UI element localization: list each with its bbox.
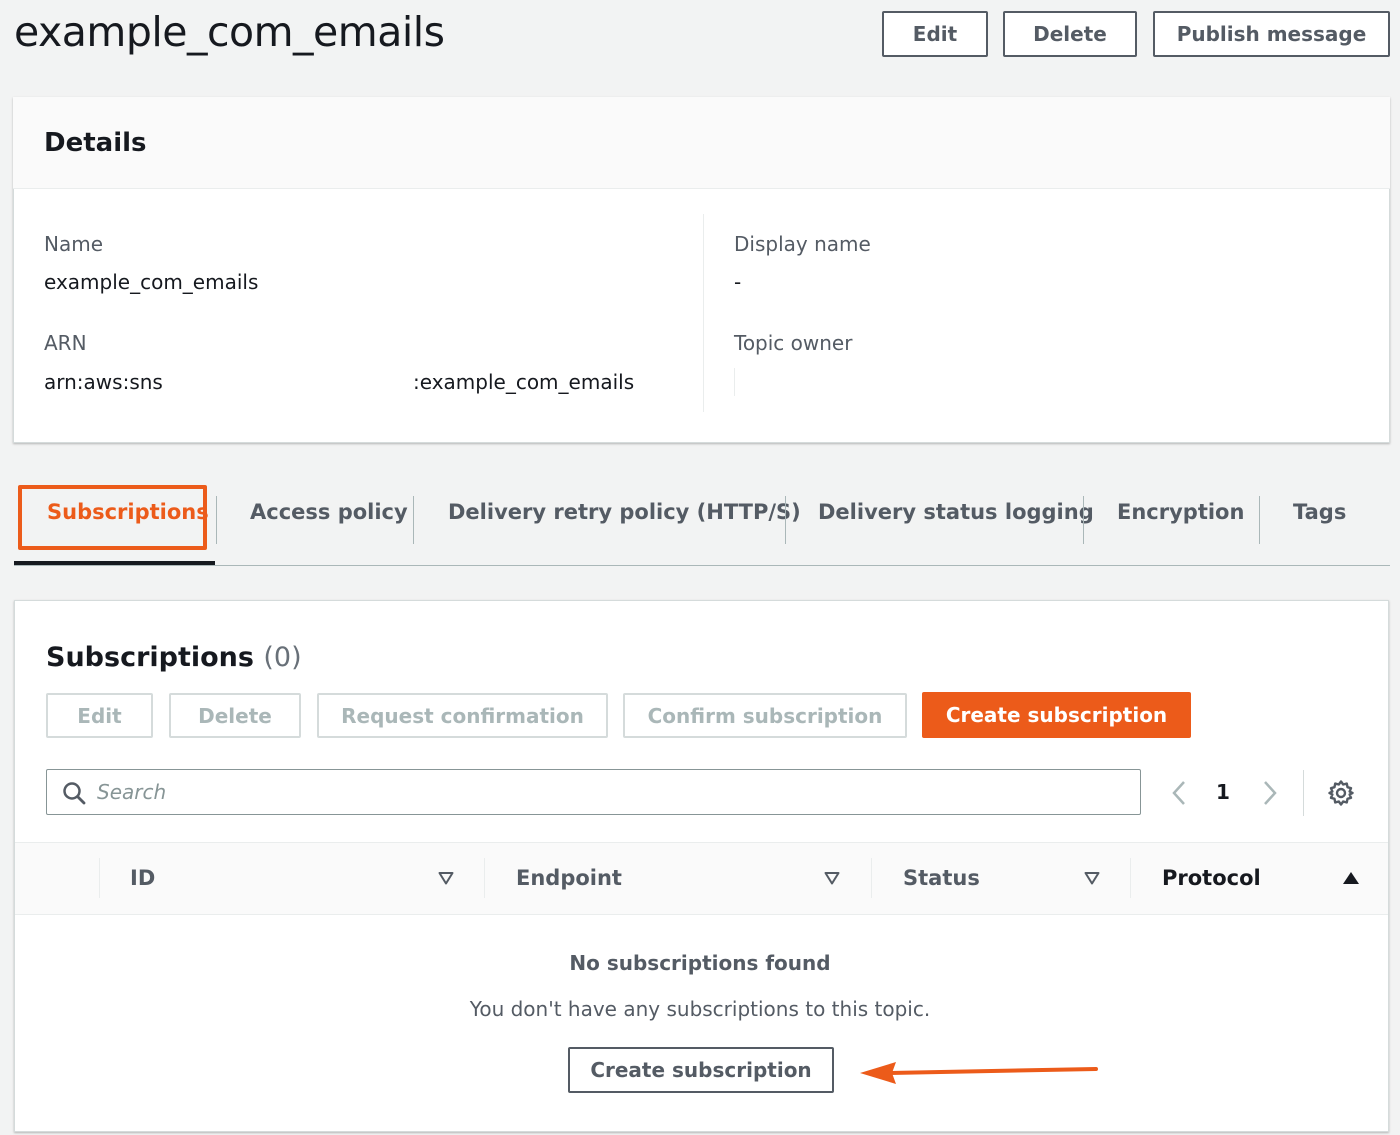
tab-delivery-status-logging[interactable]: Delivery status logging bbox=[818, 500, 1094, 524]
search-icon bbox=[62, 781, 86, 805]
chevron-left-icon[interactable] bbox=[1170, 780, 1188, 806]
tab-access-policy[interactable]: Access policy bbox=[250, 500, 408, 524]
column-separator bbox=[871, 858, 872, 898]
edit-topic-button[interactable]: Edit bbox=[882, 11, 988, 57]
empty-create-subscription-button[interactable]: Create subscription bbox=[568, 1047, 834, 1093]
topic-owner-label: Topic owner bbox=[734, 331, 853, 355]
column-header-endpoint[interactable]: Endpoint bbox=[516, 866, 622, 890]
subscriptions-title: Subscriptions (0) bbox=[46, 642, 302, 673]
details-header bbox=[13, 97, 1390, 189]
display-name-value: - bbox=[734, 270, 742, 294]
empty-state-description: You don't have any subscriptions to this… bbox=[469, 997, 931, 1021]
publish-message-button[interactable]: Publish message bbox=[1153, 11, 1390, 57]
empty-state-title: No subscriptions found bbox=[569, 951, 831, 975]
pager-divider bbox=[1303, 770, 1304, 816]
sort-down-icon[interactable] bbox=[1084, 870, 1100, 885]
name-value: example_com_emails bbox=[44, 270, 259, 294]
column-header-id[interactable]: ID bbox=[130, 866, 155, 890]
subscriptions-count: (0) bbox=[263, 642, 302, 673]
sort-down-icon[interactable] bbox=[824, 870, 840, 885]
delete-subscription-button[interactable]: Delete bbox=[169, 693, 301, 738]
tabs-baseline bbox=[14, 565, 1390, 566]
search-box bbox=[46, 769, 1141, 815]
tab-highlight-box bbox=[18, 485, 207, 550]
subscriptions-title-text: Subscriptions bbox=[46, 642, 254, 673]
tab-tags[interactable]: Tags bbox=[1293, 500, 1346, 524]
search-input[interactable] bbox=[97, 770, 1127, 814]
name-label: Name bbox=[44, 232, 104, 256]
chevron-right-icon[interactable] bbox=[1261, 780, 1279, 806]
confirm-subscription-button[interactable]: Confirm subscription bbox=[623, 693, 907, 738]
tab-separator bbox=[1259, 496, 1260, 544]
tab-separator bbox=[1083, 496, 1084, 544]
sort-down-icon[interactable] bbox=[438, 870, 454, 885]
gear-icon[interactable] bbox=[1327, 779, 1355, 807]
column-separator bbox=[484, 858, 485, 898]
create-subscription-button[interactable]: Create subscription bbox=[922, 692, 1191, 738]
column-header-protocol[interactable]: Protocol bbox=[1162, 866, 1261, 890]
tab-separator bbox=[785, 496, 786, 544]
request-confirmation-button[interactable]: Request confirmation bbox=[317, 693, 608, 738]
arn-suffix: :example_com_emails bbox=[413, 370, 635, 394]
tab-active-indicator bbox=[14, 561, 215, 565]
tab-separator bbox=[413, 496, 414, 544]
sort-up-icon[interactable] bbox=[1342, 870, 1360, 884]
column-separator bbox=[1130, 858, 1131, 898]
arn-redacted-area bbox=[163, 366, 413, 400]
tab-delivery-retry-policy[interactable]: Delivery retry policy (HTTP/S) bbox=[448, 500, 801, 524]
tab-encryption[interactable]: Encryption bbox=[1117, 500, 1244, 524]
details-divider bbox=[703, 214, 704, 412]
arn-label: ARN bbox=[44, 331, 87, 355]
annotation-arrow-icon bbox=[860, 1062, 1098, 1084]
topic-owner-redacted-area bbox=[734, 368, 735, 396]
delete-topic-button[interactable]: Delete bbox=[1003, 11, 1137, 57]
page-title: example_com_emails bbox=[14, 8, 445, 56]
column-separator bbox=[99, 858, 100, 898]
edit-subscription-button[interactable]: Edit bbox=[46, 693, 153, 738]
page-number[interactable]: 1 bbox=[1216, 780, 1230, 804]
details-title: Details bbox=[44, 128, 147, 158]
tab-separator bbox=[216, 496, 217, 544]
column-header-status[interactable]: Status bbox=[903, 866, 980, 890]
display-name-label: Display name bbox=[734, 232, 871, 256]
arn-prefix: arn:aws:sns: bbox=[44, 370, 170, 394]
